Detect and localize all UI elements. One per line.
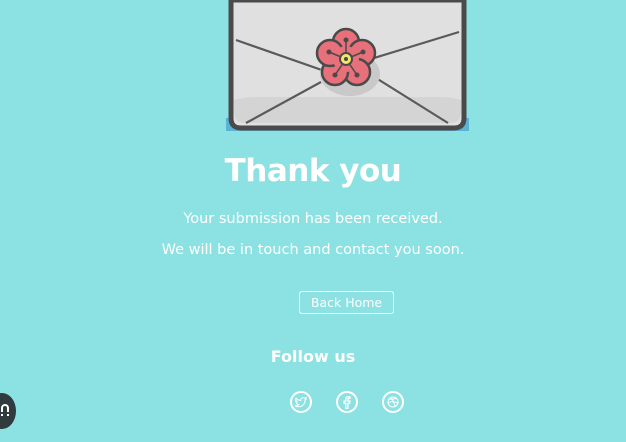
contact-message: We will be in touch and contact you soon… (161, 242, 465, 258)
back-home-button[interactable]: Back Home (299, 291, 394, 314)
link-tool-button[interactable] (0, 393, 16, 429)
envelope-illustration (226, 0, 469, 131)
dribbble-link[interactable] (382, 391, 404, 413)
follow-heading: Follow us (270, 347, 356, 366)
twitter-icon (295, 396, 307, 407)
page-title: Thank you (224, 153, 402, 189)
link-icon (1, 404, 9, 416)
twitter-link[interactable] (290, 391, 312, 413)
submission-message: Your submission has been received. (183, 211, 443, 227)
dribbble-icon (387, 396, 399, 408)
facebook-icon (343, 395, 351, 409)
facebook-link[interactable] (336, 391, 358, 413)
